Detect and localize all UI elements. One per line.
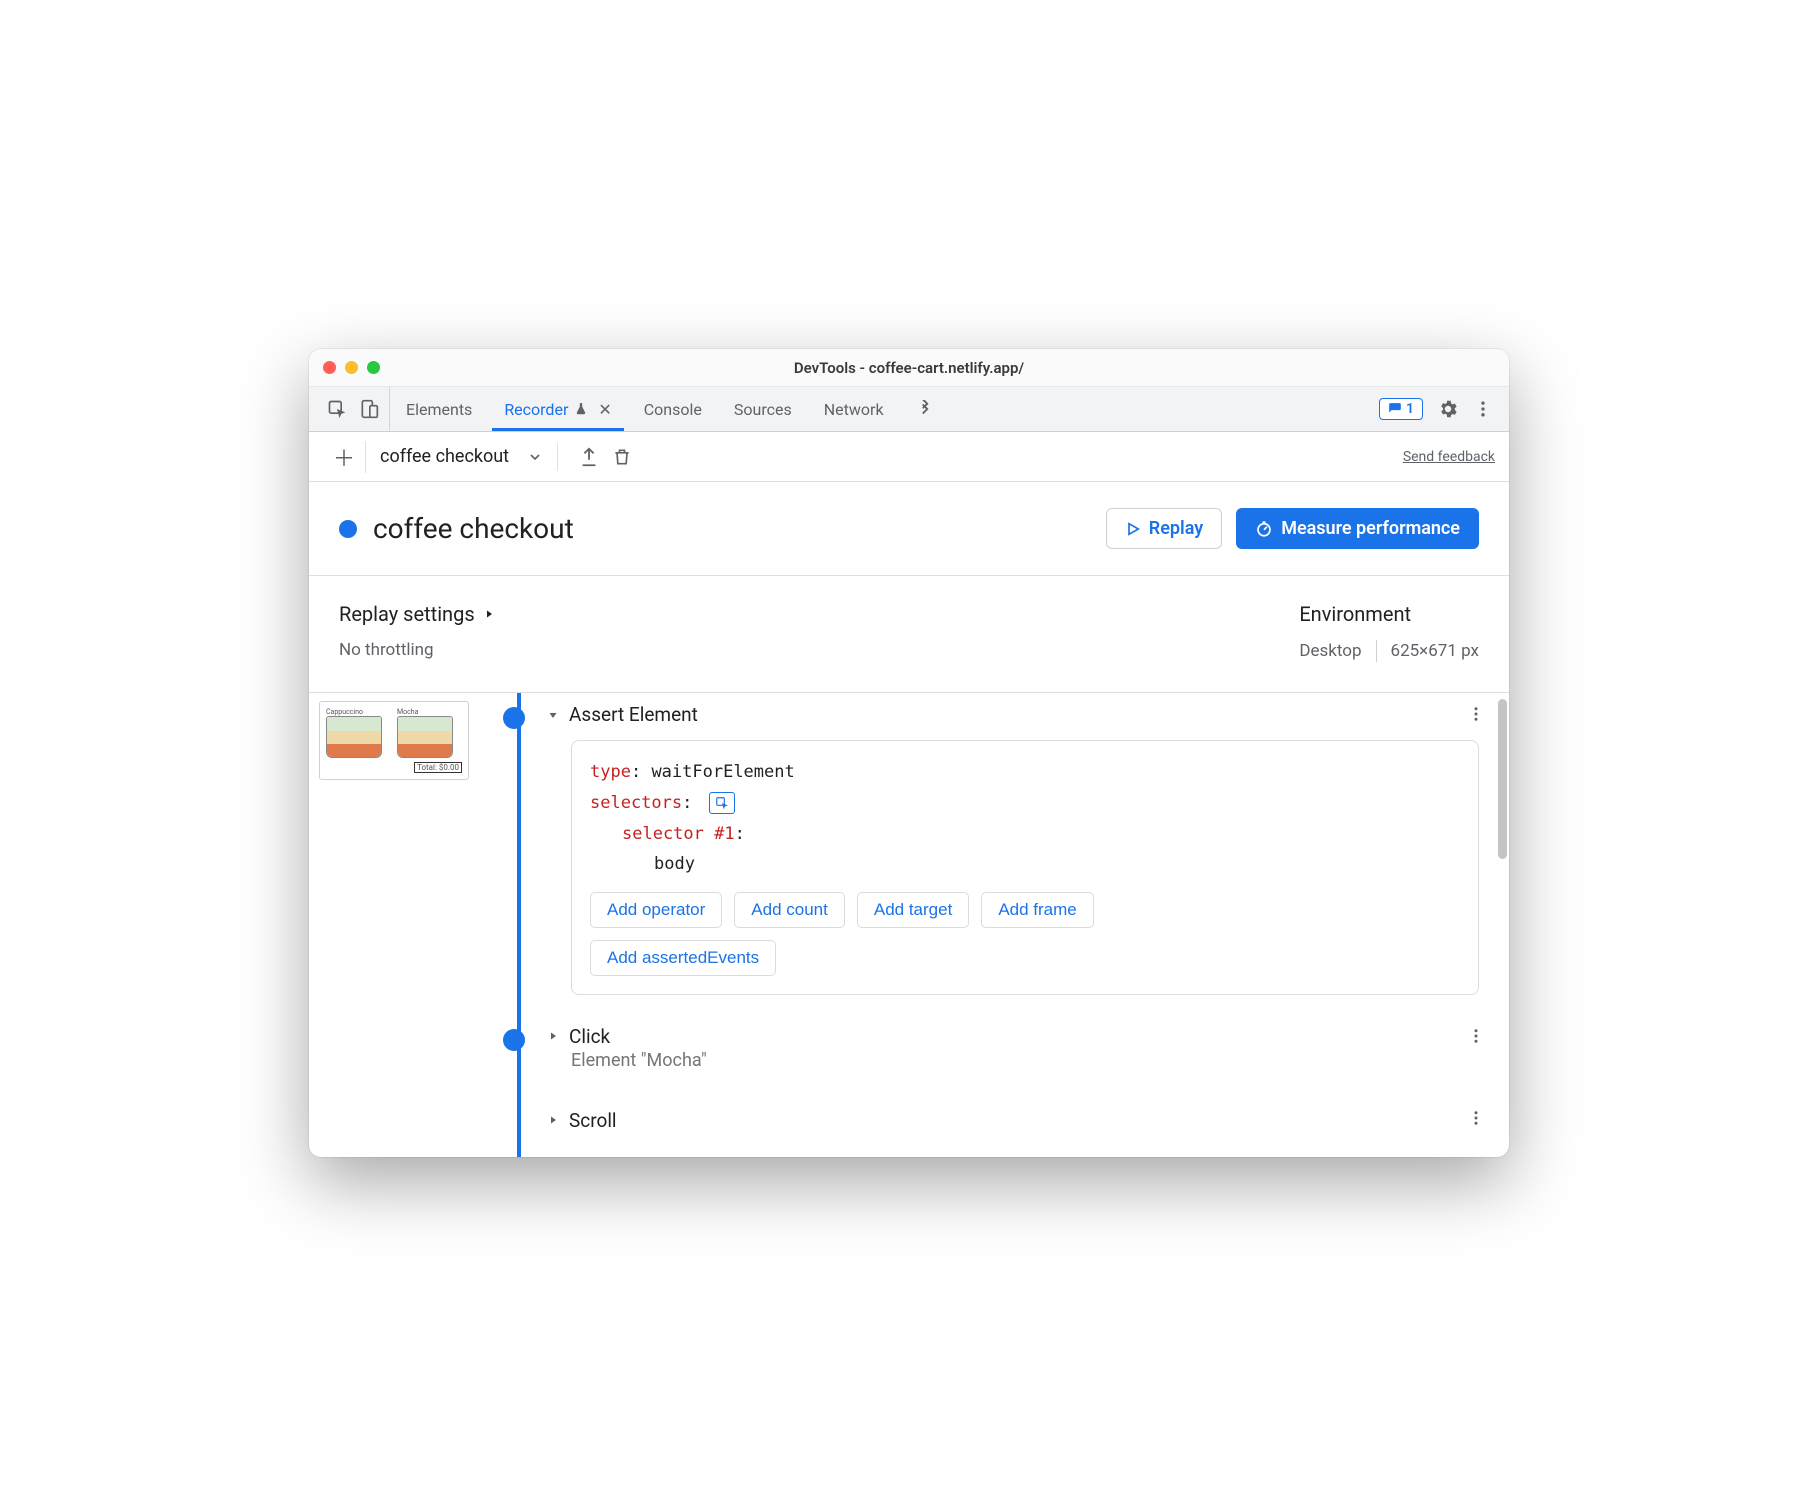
panel-tabs: Elements Recorder ✕ Console Sources Netw… xyxy=(309,387,1509,432)
tab-elements[interactable]: Elements xyxy=(390,387,488,431)
traffic-lights xyxy=(323,361,380,374)
separator xyxy=(557,443,558,471)
replay-button[interactable]: Replay xyxy=(1106,508,1222,549)
thumb-cup1-label: Cappuccino xyxy=(326,708,391,716)
cup-icon xyxy=(397,716,453,758)
flask-icon xyxy=(574,402,588,416)
screenshot-column: Cappuccino Mocha Total: $0.00 xyxy=(309,693,487,1156)
step-more-menu[interactable] xyxy=(1467,1109,1485,1127)
step-assert-element: Assert Element type: waitForElement sele… xyxy=(547,703,1509,994)
step-toggle[interactable]: Assert Element xyxy=(547,703,1509,726)
prop-val-type[interactable]: waitForElement xyxy=(651,762,794,782)
issues-badge[interactable]: 1 xyxy=(1379,398,1423,420)
settings-gear-icon[interactable] xyxy=(1437,398,1459,420)
replay-settings-label: Replay settings xyxy=(339,602,475,626)
step-click: Click Element "Mocha" xyxy=(547,1025,1509,1071)
send-feedback-link[interactable]: Send feedback xyxy=(1403,449,1495,465)
measure-performance-button[interactable]: Measure performance xyxy=(1236,508,1479,549)
viewport-size: 625×671 px xyxy=(1391,641,1479,661)
new-recording-button[interactable]: ＋ xyxy=(323,441,366,473)
selector-picker-button[interactable] xyxy=(709,792,735,814)
scrollbar-thumb[interactable] xyxy=(1498,699,1507,859)
triangle-down-icon xyxy=(547,709,559,721)
tab-network[interactable]: Network xyxy=(808,387,900,431)
thumb-total: Total: $0.00 xyxy=(414,762,462,773)
step-toggle[interactable]: Scroll xyxy=(547,1101,1509,1132)
add-count-button[interactable]: Add count xyxy=(734,892,845,928)
maximize-window-button[interactable] xyxy=(367,361,380,374)
throttling-value: No throttling xyxy=(339,640,495,660)
devtools-window: DevTools - coffee-cart.netlify.app/ Elem… xyxy=(309,349,1509,1156)
minimize-window-button[interactable] xyxy=(345,361,358,374)
close-window-button[interactable] xyxy=(323,361,336,374)
issues-count: 1 xyxy=(1406,401,1414,417)
replay-settings-toggle[interactable]: Replay settings xyxy=(339,602,495,626)
tabs-overflow[interactable] xyxy=(900,387,950,431)
environment-label: Environment xyxy=(1299,602,1479,626)
steps-timeline: Assert Element type: waitForElement sele… xyxy=(487,693,1509,1156)
add-target-button[interactable]: Add target xyxy=(857,892,969,928)
export-button[interactable] xyxy=(572,446,606,468)
add-frame-button[interactable]: Add frame xyxy=(981,892,1093,928)
recording-select[interactable]: coffee checkout xyxy=(380,446,543,467)
step-details-card: type: waitForElement selectors: selector… xyxy=(571,740,1479,994)
recording-select-label: coffee checkout xyxy=(380,446,509,467)
step-screenshot[interactable]: Cappuccino Mocha Total: $0.00 xyxy=(319,701,469,780)
cup-icon xyxy=(326,716,382,758)
prop-key-type: type xyxy=(590,762,631,782)
window-title: DevTools - coffee-cart.netlify.app/ xyxy=(309,359,1509,377)
tab-recorder[interactable]: Recorder ✕ xyxy=(488,387,627,431)
thumb-cup2-label: Mocha xyxy=(397,708,462,716)
recording-title: coffee checkout xyxy=(373,512,574,545)
replay-button-label: Replay xyxy=(1149,518,1203,539)
step-title: Click xyxy=(569,1025,610,1048)
triangle-right-icon xyxy=(483,608,495,620)
step-title: Scroll xyxy=(569,1109,617,1132)
add-assertedevents-button[interactable]: Add assertedEvents xyxy=(590,940,776,976)
tab-sources[interactable]: Sources xyxy=(718,387,808,431)
prop-val-selector1[interactable]: body xyxy=(654,854,695,874)
inspect-icon[interactable] xyxy=(327,399,347,419)
timeline-line xyxy=(517,693,521,1156)
prop-key-selectors: selectors xyxy=(590,793,682,813)
chevron-down-icon xyxy=(527,449,543,465)
recorder-toolbar: ＋ coffee checkout Send feedback xyxy=(309,432,1509,482)
triangle-right-icon xyxy=(547,1114,559,1126)
step-more-menu[interactable] xyxy=(1467,1027,1485,1045)
device-toggle-icon[interactable] xyxy=(359,399,379,419)
delete-button[interactable] xyxy=(606,446,638,468)
separator xyxy=(1376,640,1377,662)
step-subtitle: Element "Mocha" xyxy=(571,1050,1509,1071)
status-indicator xyxy=(339,520,357,538)
measure-button-label: Measure performance xyxy=(1281,518,1460,539)
add-operator-button[interactable]: Add operator xyxy=(590,892,722,928)
step-title: Assert Element xyxy=(569,703,698,726)
device-value: Desktop xyxy=(1299,641,1361,661)
step-scroll: Scroll xyxy=(547,1101,1509,1137)
tab-console[interactable]: Console xyxy=(628,387,718,431)
titlebar: DevTools - coffee-cart.netlify.app/ xyxy=(309,349,1509,387)
close-tab-icon[interactable]: ✕ xyxy=(598,400,611,419)
triangle-right-icon xyxy=(547,1030,559,1042)
recorder-body: Cappuccino Mocha Total: $0.00 xyxy=(309,693,1509,1156)
step-toggle[interactable]: Click xyxy=(547,1025,1509,1048)
recording-header: coffee checkout Replay Measure performan… xyxy=(309,482,1509,576)
step-more-menu[interactable] xyxy=(1467,705,1485,723)
settings-section: Replay settings No throttling Environmen… xyxy=(309,576,1509,693)
prop-key-selector1: selector #1 xyxy=(622,824,735,844)
more-menu-icon[interactable] xyxy=(1473,399,1493,419)
